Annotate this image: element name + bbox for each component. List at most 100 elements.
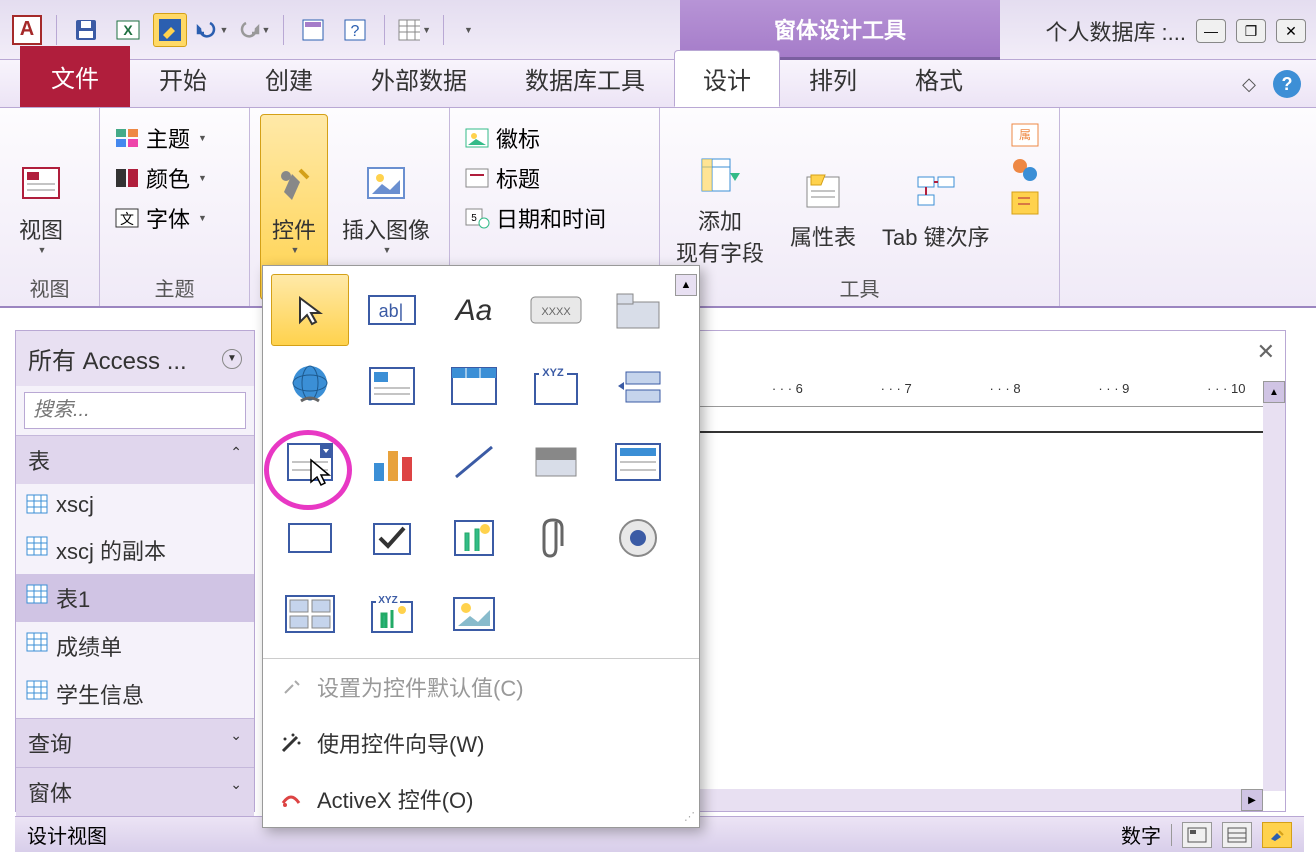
nav-header[interactable]: 所有 Access ... ▼ [16, 331, 254, 386]
control-webbrowser[interactable] [353, 350, 431, 422]
convert-icon[interactable] [1010, 190, 1040, 216]
control-boundobject[interactable]: XYZ [353, 578, 431, 650]
svg-text:XYZ: XYZ [378, 595, 397, 606]
themes-button[interactable]: 主题▼ [110, 120, 239, 156]
design-icon[interactable] [153, 13, 187, 47]
datetime-icon: 5 [464, 207, 490, 229]
form-icon[interactable] [296, 13, 330, 47]
scroll-up-button[interactable]: ▲ [1263, 381, 1285, 403]
quick-access-toolbar: A X ▼ ▼ ? ▼ ▼ [0, 13, 479, 47]
minimize-ribbon-icon[interactable]: ◇ [1235, 70, 1263, 98]
canvas-close-button[interactable]: ✕ [1257, 339, 1275, 365]
control-checkbox[interactable] [353, 502, 431, 574]
svg-text:XXXX: XXXX [541, 306, 571, 318]
help-button[interactable]: ? [1273, 70, 1301, 98]
control-label[interactable]: Aa [435, 274, 513, 346]
svg-text:属: 属 [1019, 128, 1031, 142]
restore-button[interactable]: ❐ [1236, 19, 1266, 43]
nav-item-table[interactable]: 成绩单 [16, 622, 254, 670]
control-attachment[interactable] [517, 502, 595, 574]
tab-home[interactable]: 开始 [130, 50, 236, 107]
search-input[interactable] [24, 392, 246, 429]
table-icon [26, 632, 48, 652]
control-navigation[interactable] [435, 350, 513, 422]
datetime-button[interactable]: 5 日期和时间 [460, 200, 649, 236]
svg-text:文: 文 [120, 211, 134, 227]
qat-customize[interactable]: ▼ [458, 19, 479, 41]
tab-format[interactable]: 格式 [886, 50, 992, 107]
control-select[interactable] [271, 274, 349, 346]
nav-item-table[interactable]: 表1 [16, 574, 254, 622]
excel-icon[interactable]: X [111, 13, 145, 47]
nav-group-tables[interactable]: 表 ⌃ [16, 435, 254, 484]
close-button[interactable]: ✕ [1276, 19, 1306, 43]
datasheet-icon[interactable]: ▼ [397, 13, 431, 47]
table-icon [26, 494, 48, 514]
tab-order-label: Tab 键次序 [882, 220, 990, 252]
collapse-icon: ⌃ [230, 444, 242, 476]
minimize-button[interactable]: — [1196, 19, 1226, 43]
tab-arrange[interactable]: 排列 [780, 50, 886, 107]
logo-button[interactable]: 徽标 [460, 120, 649, 156]
refresh-icon[interactable]: ? [338, 13, 372, 47]
vertical-scrollbar[interactable]: ▲ [1263, 381, 1285, 791]
form-section-bar [663, 431, 1263, 433]
subform-icon[interactable]: 属 [1010, 122, 1040, 148]
gallery-menu: 设置为控件默认值(C) 使用控件向导(W) ActiveX 控件(O) [263, 658, 699, 827]
group-label-tools: 工具 [660, 273, 1059, 302]
control-optiongroup[interactable]: XYZ [517, 350, 595, 422]
control-rectangle[interactable] [271, 502, 349, 574]
control-unboundobject[interactable] [435, 502, 513, 574]
redo-button[interactable]: ▼ [237, 13, 271, 47]
control-chart[interactable] [353, 426, 431, 498]
tab-create[interactable]: 创建 [236, 50, 342, 107]
fonts-icon: 文 [114, 207, 140, 229]
status-text: 设计视图 [27, 820, 107, 849]
svg-text:X: X [123, 22, 133, 38]
control-tab[interactable] [599, 274, 677, 346]
activex-icon [279, 787, 303, 811]
code-icon[interactable] [1010, 156, 1040, 182]
save-button[interactable] [69, 13, 103, 47]
control-subform[interactable] [271, 578, 349, 650]
resize-grip-icon[interactable]: ⋰ [684, 810, 695, 823]
wrench-icon [279, 675, 303, 699]
tab-external[interactable]: 外部数据 [342, 50, 496, 107]
control-listbox[interactable] [599, 426, 677, 498]
nav-item-table[interactable]: xscj [16, 484, 254, 526]
tab-dbtools[interactable]: 数据库工具 [496, 50, 674, 107]
tab-design[interactable]: 设计 [674, 50, 780, 107]
app-icon[interactable]: A [10, 13, 44, 47]
control-hyperlink[interactable] [271, 350, 349, 422]
collapse-icon: ⌄ [230, 776, 242, 808]
view-form-button[interactable] [1182, 822, 1212, 848]
view-datasheet-button[interactable] [1222, 822, 1252, 848]
database-name: 个人数据库 :... [1045, 15, 1186, 47]
menu-use-wizard[interactable]: 使用控件向导(W) [263, 715, 699, 771]
title-button[interactable]: 标题 [460, 160, 649, 196]
control-pagebreak[interactable] [599, 350, 677, 422]
colors-button[interactable]: 颜色▼ [110, 160, 239, 196]
nav-group-forms[interactable]: 窗体 ⌄ [16, 767, 254, 816]
control-image[interactable] [435, 578, 513, 650]
fonts-button[interactable]: 文 字体▼ [110, 200, 239, 236]
view-design-button[interactable] [1262, 822, 1292, 848]
control-button[interactable]: XXXX [517, 274, 595, 346]
control-textbox[interactable]: ab| [353, 274, 431, 346]
nav-item-table[interactable]: xscj 的副本 [16, 526, 254, 574]
tab-file[interactable]: 文件 [20, 46, 130, 107]
nav-dropdown-icon[interactable]: ▼ [222, 349, 242, 369]
group-label-view: 视图 [0, 273, 99, 302]
undo-button[interactable]: ▼ [195, 13, 229, 47]
svg-text:5: 5 [471, 213, 477, 224]
scroll-right-button[interactable]: ▶ [1241, 789, 1263, 811]
control-line[interactable] [435, 426, 513, 498]
navigation-pane: 所有 Access ... ▼ 表 ⌃ xscj xscj 的副本 表1 成绩单… [15, 330, 255, 812]
table-icon [26, 680, 48, 700]
control-toggle[interactable] [517, 426, 595, 498]
nav-item-table[interactable]: 学生信息 [16, 670, 254, 718]
menu-activex[interactable]: ActiveX 控件(O) [263, 771, 699, 827]
add-fields-label: 添加 现有字段 [676, 204, 764, 268]
control-optionbutton[interactable] [599, 502, 677, 574]
nav-group-queries[interactable]: 查询 ⌄ [16, 718, 254, 767]
